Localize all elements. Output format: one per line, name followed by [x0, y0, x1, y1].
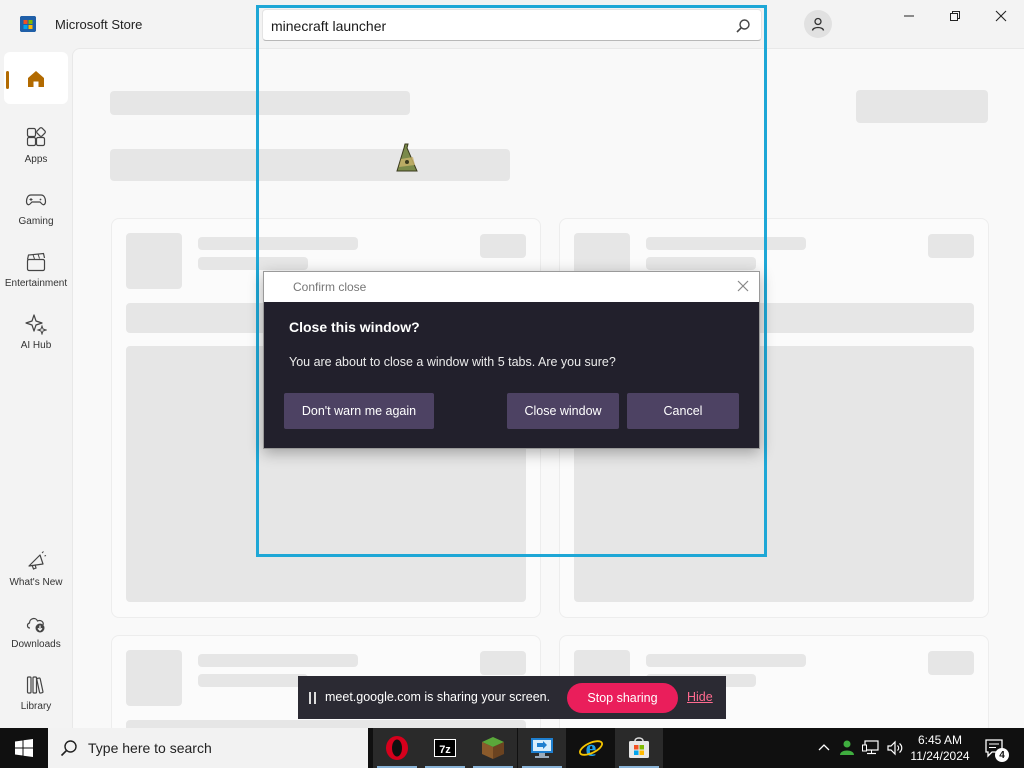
dialog-titlebar: Confirm close: [264, 272, 759, 302]
skeleton-thumbnail: [126, 650, 182, 706]
sparkle-icon: [24, 312, 48, 336]
sidebar-item-label: Library: [20, 701, 52, 712]
svg-text:7z: 7z: [439, 744, 451, 756]
account-avatar-icon[interactable]: [804, 10, 832, 38]
sidebar-item-label: What's New: [9, 577, 63, 588]
taskbar-app-internet-explorer[interactable]: e: [567, 728, 615, 768]
skeleton-button: [928, 234, 974, 258]
taskbar-app-remote-desktop[interactable]: [518, 728, 566, 768]
library-icon: [24, 673, 48, 697]
restore-button[interactable]: [932, 0, 978, 32]
dont-warn-again-button[interactable]: Don't warn me again: [284, 393, 434, 429]
show-hidden-icons-button[interactable]: [814, 728, 834, 768]
skeleton-line: [198, 674, 308, 687]
home-icon: [25, 68, 47, 95]
app-title: Microsoft Store: [55, 17, 143, 32]
microsoft-store-icon: [629, 737, 649, 758]
sidebar-item-apps[interactable]: Apps: [0, 120, 72, 178]
sidebar-item-downloads[interactable]: Downloads: [0, 605, 72, 663]
remote-desktop-icon: [531, 738, 553, 758]
taskbar: Type here to search 7z e 6:45 AM 11/24/2…: [0, 728, 1024, 768]
hide-link[interactable]: Hide: [687, 690, 713, 704]
people-icon: [840, 740, 854, 755]
skeleton-button: [928, 651, 974, 675]
sidebar: Apps Gaming Entertainment AI Hub What's …: [0, 48, 72, 728]
drag-handle-icon[interactable]: [309, 691, 317, 704]
megaphone-icon: [24, 549, 48, 573]
active-indicator: [6, 71, 9, 89]
7zip-icon: 7z: [434, 739, 456, 757]
chevron-up-icon: [818, 744, 830, 751]
clock-time: 6:45 AM: [917, 733, 963, 747]
clapper-icon: [24, 250, 48, 274]
notification-count-badge: 4: [995, 748, 1009, 762]
confirm-close-dialog: Confirm close Close this window? You are…: [263, 271, 760, 449]
apps-icon: [24, 126, 48, 150]
sidebar-item-label: Downloads: [11, 639, 61, 650]
search-icon: [60, 739, 78, 757]
skeleton-line: [198, 654, 358, 667]
close-button[interactable]: [978, 0, 1024, 32]
sidebar-item-whats-new[interactable]: What's New: [0, 543, 72, 601]
taskbar-app-7zip[interactable]: 7z: [421, 728, 469, 768]
dialog-heading: Close this window?: [289, 319, 420, 335]
close-window-button[interactable]: Close window: [507, 393, 619, 429]
network-icon: [862, 740, 879, 755]
taskbar-app-minecraft[interactable]: [469, 728, 517, 768]
volume-tray-icon[interactable]: [884, 728, 906, 768]
clock-date: 11/24/2024: [910, 749, 970, 763]
taskbar-app-opera[interactable]: [373, 728, 421, 768]
minecraft-icon: [482, 737, 504, 759]
minimize-button[interactable]: [886, 0, 932, 32]
screen-sharing-bar: meet.google.com is sharing your screen. …: [298, 676, 726, 719]
taskbar-search-box[interactable]: Type here to search: [48, 728, 368, 768]
microsoft-store-logo-icon: [20, 16, 36, 32]
speaker-icon: [887, 740, 903, 756]
skeleton-button: [480, 651, 526, 675]
user-status-tray-icon[interactable]: [836, 728, 858, 768]
sidebar-item-label: Gaming: [18, 216, 54, 227]
close-icon: [995, 10, 1007, 22]
minimize-icon: [904, 15, 914, 17]
svg-text:e: e: [586, 736, 597, 761]
sidebar-item-library[interactable]: Library: [0, 667, 72, 725]
opera-icon: [386, 736, 408, 760]
sidebar-item-label: Entertainment: [4, 278, 68, 289]
dialog-title: Confirm close: [293, 280, 367, 294]
taskbar-app-microsoft-store[interactable]: [615, 728, 663, 768]
action-center-button[interactable]: 4: [978, 728, 1012, 768]
restore-icon: [950, 11, 960, 21]
sharing-message: meet.google.com is sharing your screen.: [325, 690, 551, 704]
windows-logo-icon: [15, 739, 33, 757]
sidebar-item-entertainment[interactable]: Entertainment: [0, 244, 72, 302]
taskbar-search-placeholder: Type here to search: [88, 740, 212, 756]
stop-sharing-button[interactable]: Stop sharing: [567, 683, 678, 713]
sidebar-item-ai-hub[interactable]: AI Hub: [0, 306, 72, 364]
downloads-icon: [24, 611, 48, 635]
start-button[interactable]: [0, 728, 48, 768]
skeleton-line: [646, 654, 806, 667]
gamepad-icon: [24, 188, 48, 212]
cancel-button[interactable]: Cancel: [627, 393, 739, 429]
network-tray-icon[interactable]: [860, 728, 882, 768]
sidebar-item-gaming[interactable]: Gaming: [0, 182, 72, 240]
skeleton-thumbnail: [126, 233, 182, 289]
internet-explorer-icon: e: [579, 736, 603, 761]
taskbar-clock[interactable]: 6:45 AM 11/24/2024: [906, 732, 974, 764]
sidebar-item-label: AI Hub: [20, 340, 52, 351]
skeleton-button: [856, 90, 988, 123]
dialog-message: You are about to close a window with 5 t…: [289, 355, 616, 369]
dialog-close-icon[interactable]: [735, 278, 751, 294]
sidebar-item-label: Apps: [24, 154, 48, 165]
sidebar-item-home[interactable]: [4, 52, 68, 104]
